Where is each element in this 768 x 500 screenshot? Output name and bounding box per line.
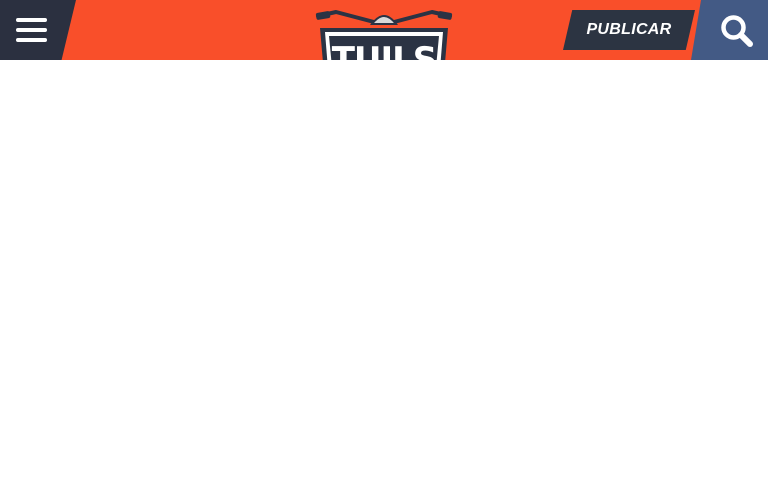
menu-button[interactable] bbox=[0, 0, 76, 60]
publish-button-label: PUBLICAR bbox=[586, 21, 672, 38]
search-icon bbox=[721, 15, 753, 47]
search-button[interactable] bbox=[691, 0, 768, 60]
hamburger-menu-icon bbox=[16, 17, 47, 43]
publish-button[interactable]: PUBLICAR bbox=[563, 10, 695, 50]
top-navigation-bar: TUILS PUBLICAR bbox=[0, 0, 768, 92]
page-content-area bbox=[0, 60, 768, 500]
